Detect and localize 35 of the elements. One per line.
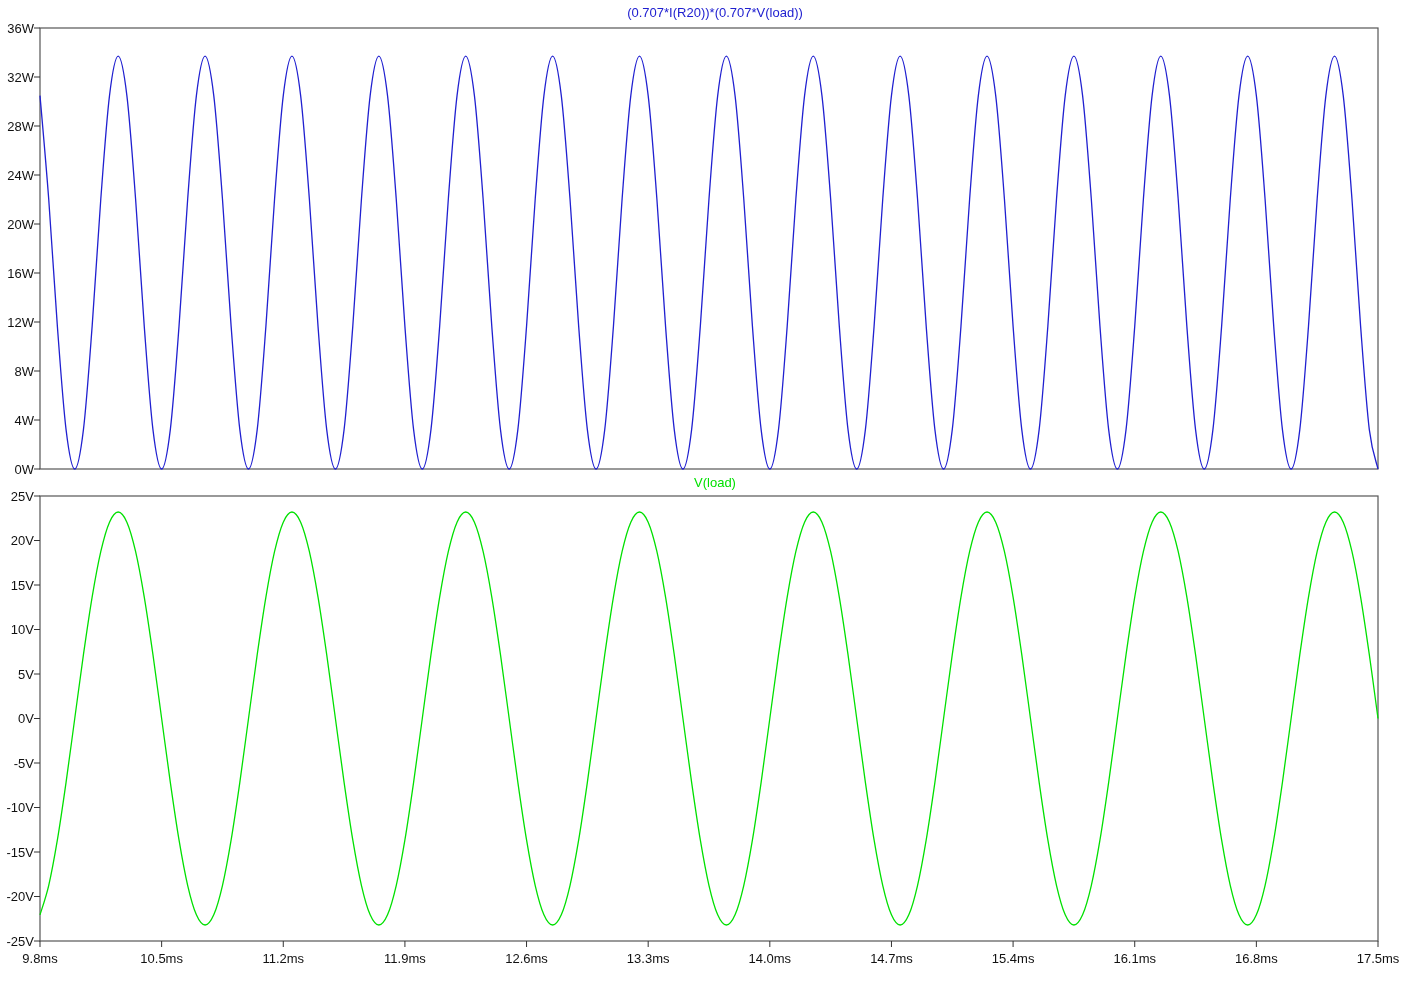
axis-tick-label: 11.9ms <box>384 951 426 966</box>
axis-tick-label: 15V <box>10 577 34 593</box>
axis-tick-label: 16W <box>7 265 34 281</box>
axis-tick-label: 25V <box>10 488 34 504</box>
axis-tick-label: 13.3ms <box>626 951 670 966</box>
axis-tick-label: 5V <box>18 666 34 682</box>
axis-tick-label: 28W <box>7 118 34 134</box>
axis-tick-label: 32W <box>7 69 34 85</box>
axis-tick-label: 10V <box>10 622 34 637</box>
axis-tick-label: 16.8ms <box>1235 951 1278 966</box>
axis-tick-label: 0W <box>14 461 34 477</box>
axis-tick-label: 17.5ms <box>1356 951 1400 966</box>
axis-tick-label: 16.1ms <box>1113 951 1157 966</box>
axis-tick-label: 20V <box>10 533 34 548</box>
axis-tick-label: -20V <box>6 889 34 904</box>
axis-tick-label: 24W <box>7 167 34 183</box>
axis-tick-label: 4W <box>14 412 34 428</box>
axis-tick-label: 12.6ms <box>505 951 548 966</box>
axis-tick-label: 8W <box>14 363 34 379</box>
axis-tick-label: 0V <box>18 711 34 726</box>
axis-tick-label: 10.5ms <box>140 951 183 966</box>
axis-tick-label: 15.4ms <box>991 951 1035 966</box>
axis-tick-label: -15V <box>6 844 34 860</box>
trace-label: V(load) <box>694 478 736 490</box>
trace-label: (0.707*I(R20))*(0.707*V(load)) <box>627 5 803 20</box>
axis-tick-label: 9.8ms <box>22 951 58 966</box>
axis-tick-label: 14.7ms <box>870 951 913 966</box>
axis-tick-label: -10V <box>6 800 34 815</box>
axis-tick-label: 14.0ms <box>748 951 792 966</box>
axis-tick-label: 12W <box>7 314 34 330</box>
axis-tick-label: -25V <box>6 933 34 949</box>
axis-tick-label: 11.2ms <box>262 951 305 966</box>
axis-tick-label: -5V <box>13 755 34 771</box>
axis-tick-label: 20W <box>7 216 34 232</box>
axis-tick-label: 36W <box>7 20 34 36</box>
